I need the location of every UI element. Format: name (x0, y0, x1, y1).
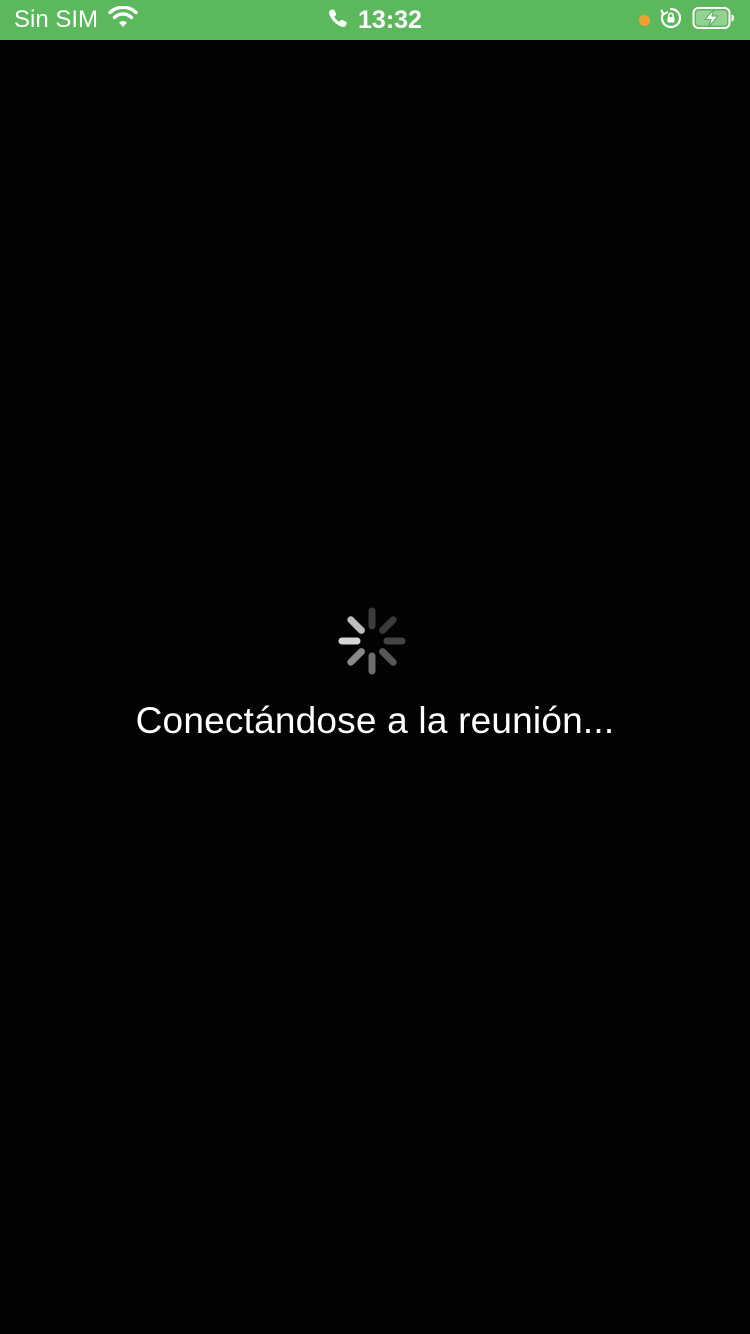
status-bar-center: 13:32 (0, 0, 750, 40)
phone-call-icon (328, 6, 348, 35)
activity-spinner-icon (338, 607, 406, 675)
meeting-connecting-screen: Conectándose a la reunión... (0, 40, 750, 1334)
status-bar: Sin SIM 13:32 (0, 0, 750, 40)
status-bar-right (639, 0, 736, 40)
battery-charging-icon (692, 6, 736, 35)
orientation-lock-icon (660, 7, 682, 34)
clock-time: 13:32 (358, 5, 422, 34)
connecting-message: Conectándose a la reunión... (135, 700, 615, 741)
recording-indicator-icon (639, 14, 650, 26)
